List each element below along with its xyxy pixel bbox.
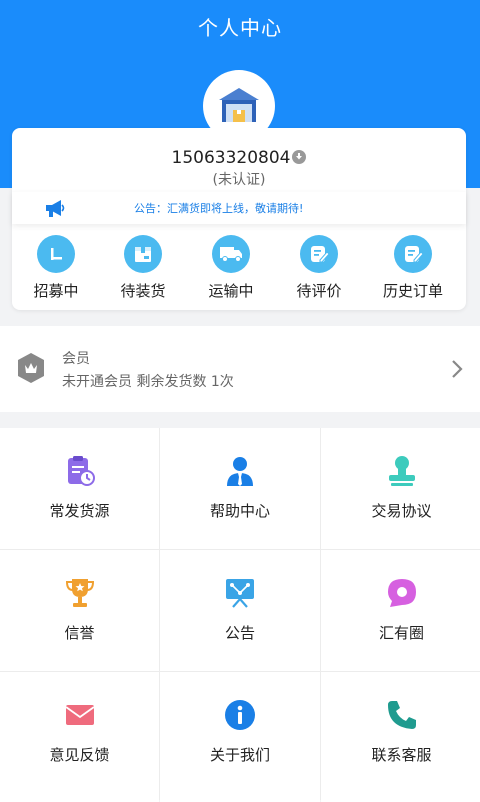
notice-bar[interactable]: 公告：汇满货即将上线，敬请期待! (12, 192, 466, 224)
status-label: 待评价 (296, 282, 342, 300)
status-label: 运输中 (208, 282, 254, 300)
down-arrow-badge-icon[interactable] (292, 150, 307, 164)
chevron-right-icon (452, 360, 463, 378)
recruit-icon (37, 235, 75, 273)
review-icon (300, 235, 338, 273)
grid-item-help-center[interactable]: 帮助中心 (160, 428, 320, 549)
grid-item-trade-agreement[interactable]: 交易协议 (321, 428, 480, 549)
phone-number-row: 15063320804 (12, 148, 466, 168)
grid-item-frequent-sources[interactable]: 常发货源 (0, 428, 159, 549)
truck-icon (212, 235, 250, 273)
status-to-review[interactable]: 待评价 (277, 235, 361, 301)
member-description: 未开通会员 剩余发货数 1次 (62, 374, 234, 390)
warehouse-icon (211, 78, 267, 134)
page-title: 个人中心 (198, 16, 282, 40)
grid-item-label: 帮助中心 (209, 502, 270, 520)
status-waiting-load[interactable]: 待装货 (101, 235, 185, 301)
grid-item-label: 联系客服 (371, 746, 432, 764)
presentation-icon (226, 579, 254, 608)
user-tie-icon (227, 457, 253, 486)
megaphone-icon (46, 200, 65, 217)
stamp-icon (388, 456, 415, 486)
clipboard-clock-icon (67, 456, 95, 486)
grid-item-feedback[interactable]: 意见反馈 (0, 672, 159, 802)
notice-text: 公告：汇满货即将上线，敬请期待! (134, 202, 304, 215)
grid-item-reputation[interactable]: 信誉 (0, 550, 159, 671)
status-recruiting[interactable]: 招募中 (14, 235, 98, 301)
grid-item-customer-service[interactable]: 联系客服 (321, 672, 480, 802)
grid-item-label: 关于我们 (209, 746, 270, 764)
trophy-icon (65, 579, 94, 607)
grid-item-label: 交易协议 (371, 502, 432, 520)
order-status-row: 招募中 待装货 运输中 待评价 历史订单 (12, 235, 466, 305)
verify-status[interactable]: (未认证) (12, 169, 466, 189)
avatar[interactable] (203, 70, 275, 142)
status-in-transit[interactable]: 运输中 (189, 235, 273, 301)
grid-item-label: 汇有圈 (378, 624, 424, 642)
history-icon (394, 235, 432, 273)
grid-item-label: 意见反馈 (49, 746, 110, 764)
status-history-orders[interactable]: 历史订单 (371, 235, 455, 301)
member-title: 会员 (62, 351, 90, 367)
status-label: 历史订单 (382, 282, 443, 300)
chat-bubble-icon (387, 579, 416, 607)
profile-card: 15063320804 (未认证) 公告：汇满货即将上线，敬请期待! 招募中 待… (12, 128, 466, 310)
function-grid: 常发货源 帮助中心 交易协议 信誉 公告 汇有圈 意见反馈 关于我们 联系客服 (0, 428, 480, 802)
member-row[interactable]: 会员 未开通会员 剩余发货数 1次 (0, 326, 480, 412)
grid-item-about-us[interactable]: 关于我们 (160, 672, 320, 802)
status-label: 待装货 (120, 282, 166, 300)
phone-number: 15063320804 (171, 148, 291, 168)
member-badge-icon (18, 353, 44, 383)
grid-item-announcement[interactable]: 公告 (160, 550, 320, 671)
info-icon (225, 700, 255, 730)
grid-item-label: 公告 (224, 624, 255, 642)
box-icon (124, 235, 162, 273)
mail-icon (64, 705, 95, 725)
grid-item-huiyou-circle[interactable]: 汇有圈 (321, 550, 480, 671)
grid-item-label: 信誉 (64, 624, 95, 642)
grid-item-label: 常发货源 (49, 502, 110, 520)
status-label: 招募中 (33, 282, 79, 300)
phone-icon (387, 701, 416, 729)
